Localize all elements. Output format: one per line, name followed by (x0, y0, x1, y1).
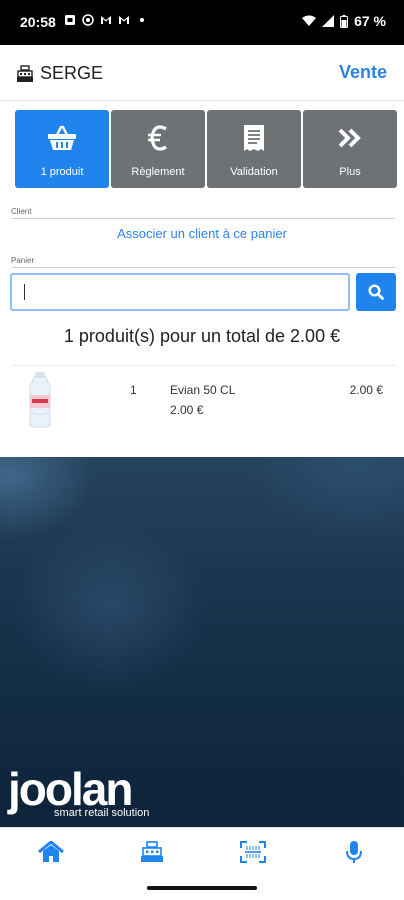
whatsapp-icon (82, 14, 94, 26)
tab-validation[interactable]: Validation (207, 110, 301, 188)
product-image (11, 369, 69, 429)
associate-client-link[interactable]: Associer un client à ce panier (0, 226, 404, 241)
microphone-icon (345, 841, 362, 863)
product-search-input[interactable] (10, 273, 350, 311)
system-status: 67 % (302, 13, 386, 29)
action-tabs: 1 produit Règlement Validation Plus (15, 110, 398, 188)
bottom-nav (0, 827, 404, 876)
nav-cash-register[interactable] (101, 828, 202, 876)
cart-summary: 1 produit(s) pour un total de 2.00 € (63, 326, 341, 346)
text-caret (24, 284, 25, 300)
gesture-area (0, 876, 404, 900)
wifi-icon (302, 15, 317, 26)
tab-label: Règlement (131, 166, 185, 178)
item-quantity: 1 (130, 383, 137, 397)
joolan-logo: joolan smart retail solution (8, 763, 150, 819)
register-name: SERGE (40, 63, 104, 83)
battery-icon (340, 14, 349, 28)
notification-icons (64, 14, 148, 26)
home-gesture-bar[interactable] (147, 886, 257, 890)
brand-background: joolan smart retail solution (0, 457, 404, 827)
logo-wordmark: joolan (8, 763, 133, 815)
cash-register-icon (140, 841, 163, 862)
nav-scan[interactable] (202, 828, 303, 876)
nav-home[interactable] (0, 828, 101, 876)
cash-register-icon (17, 64, 33, 82)
euro-icon (148, 125, 167, 151)
item-name: Evian 50 CL (170, 383, 236, 397)
dot-icon (140, 18, 144, 22)
scan-icon (239, 841, 266, 863)
tab-plus[interactable]: Plus (303, 110, 397, 188)
search-icon (368, 284, 384, 300)
tab-produit[interactable]: 1 produit (15, 110, 109, 188)
tab-label: Validation (230, 166, 278, 178)
cart-row[interactable]: 1 Evian 50 CL 2.00 € 2.00 € (11, 369, 395, 431)
logo-tagline: smart retail solution (54, 807, 150, 819)
header: SERGE Vente (0, 45, 404, 101)
tab-reglement[interactable]: Règlement (111, 110, 205, 188)
gmail-icon (119, 16, 129, 24)
panier-section-label: Panier (11, 256, 35, 265)
status-time: 20:58 (20, 14, 56, 30)
basket-icon (48, 125, 76, 150)
sim-icon (65, 15, 75, 25)
search-button[interactable] (356, 273, 396, 311)
divider (11, 267, 395, 268)
battery-level: 67 % (354, 13, 386, 29)
item-total: 2.00 € (349, 383, 383, 397)
client-section-label: Client (11, 207, 32, 216)
home-icon (37, 841, 64, 862)
tab-label: Plus (339, 166, 361, 178)
vente-button[interactable]: Vente (339, 62, 387, 83)
gmail-icon (101, 16, 111, 24)
receipt-icon (244, 125, 264, 151)
signal-icon (322, 15, 335, 27)
nav-voice[interactable] (303, 828, 404, 876)
header-title: SERGE (16, 63, 103, 84)
app-screen: SERGE Vente 1 produit Règlement Validati… (0, 45, 404, 900)
double-chevron-right-icon (338, 128, 361, 148)
item-unit-price: 2.00 € (170, 403, 204, 417)
status-bar: 20:58 67 % (0, 0, 404, 45)
divider (11, 365, 395, 366)
divider (11, 218, 395, 219)
tab-label: 1 produit (40, 166, 84, 178)
